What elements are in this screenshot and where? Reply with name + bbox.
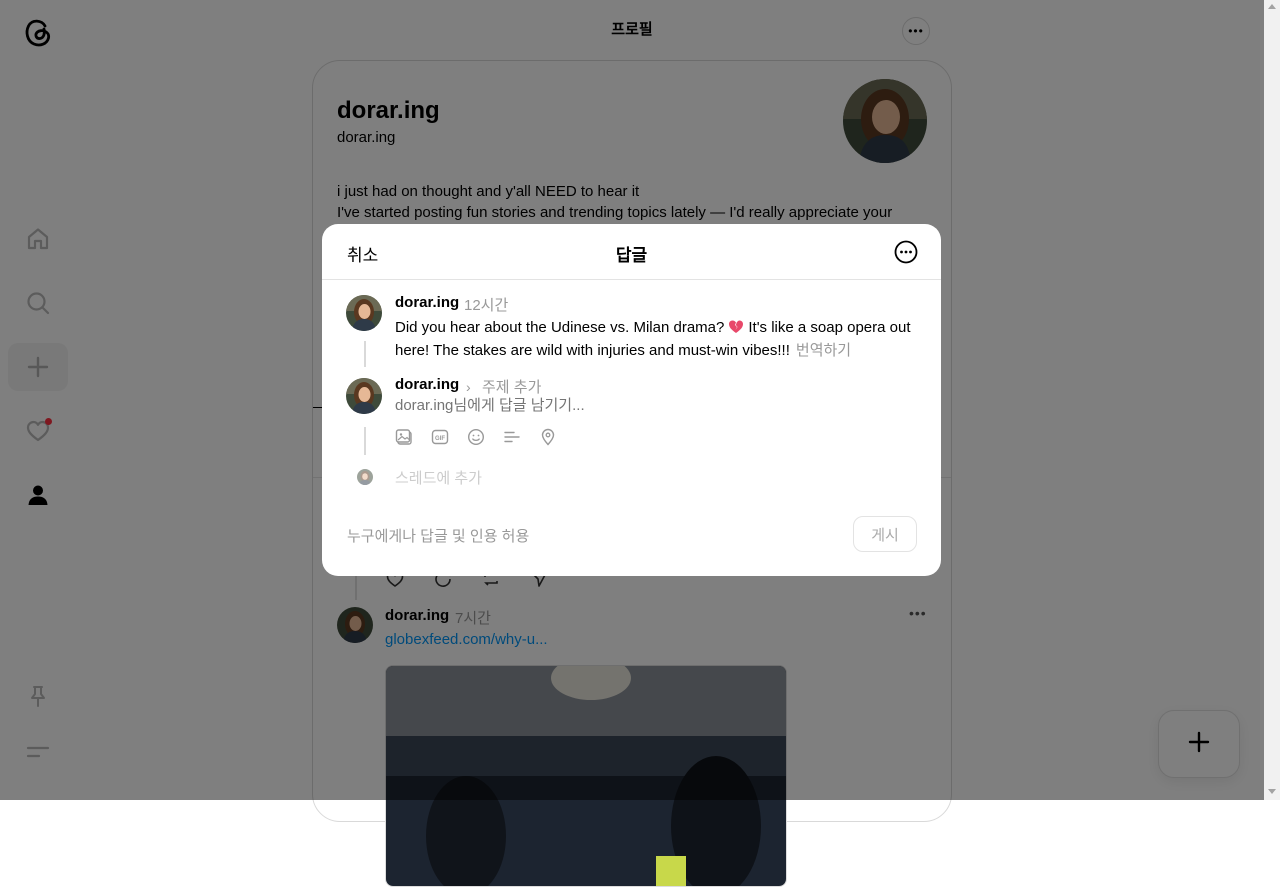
more-circle-icon bbox=[894, 240, 918, 268]
chevron-right-icon: › bbox=[466, 379, 471, 395]
modal-title: 답글 bbox=[615, 246, 648, 265]
post-button[interactable]: 게시 bbox=[853, 516, 917, 552]
broken-heart-emoji-icon bbox=[728, 319, 744, 340]
scroll-down-arrow-icon[interactable] bbox=[1268, 789, 1276, 794]
avatar bbox=[357, 469, 373, 485]
original-post-text: Did you hear about the Udinese vs. Milan… bbox=[395, 317, 915, 361]
reply-username[interactable]: dorar.ing bbox=[395, 376, 459, 393]
image-icon[interactable] bbox=[395, 428, 413, 446]
reply-permission-setting[interactable]: 누구에게나 답글 및 인용 허용 bbox=[347, 525, 529, 546]
gif-icon[interactable]: GIF bbox=[431, 428, 449, 446]
poll-icon[interactable] bbox=[503, 428, 521, 446]
composer-toolbar: GIF bbox=[395, 428, 557, 446]
emoji-icon[interactable] bbox=[467, 428, 485, 446]
translate-link[interactable]: 번역하기 bbox=[796, 342, 851, 359]
avatar[interactable] bbox=[346, 295, 382, 331]
scrollbar[interactable] bbox=[1264, 0, 1280, 800]
add-topic-button[interactable]: 주제 추가 bbox=[482, 376, 541, 397]
reply-input[interactable] bbox=[395, 397, 795, 414]
modal-header: 취소 답글 bbox=[322, 224, 941, 280]
modal-more-button[interactable] bbox=[894, 240, 918, 264]
original-time: 12시간 bbox=[464, 297, 509, 314]
scroll-up-arrow-icon[interactable] bbox=[1268, 4, 1276, 9]
thread-line bbox=[364, 427, 366, 455]
add-to-thread-button[interactable]: 스레드에 추가 bbox=[395, 467, 482, 488]
svg-text:GIF: GIF bbox=[435, 436, 445, 442]
original-username[interactable]: dorar.ing bbox=[395, 294, 459, 311]
location-icon[interactable] bbox=[539, 428, 557, 446]
reply-modal: 취소 답글 dorar.ing 12시간 Did you hear about … bbox=[322, 224, 941, 576]
avatar[interactable] bbox=[346, 378, 382, 414]
post-text-part: Did you hear about the Udinese vs. Milan… bbox=[395, 319, 725, 336]
thread-line bbox=[364, 341, 366, 367]
